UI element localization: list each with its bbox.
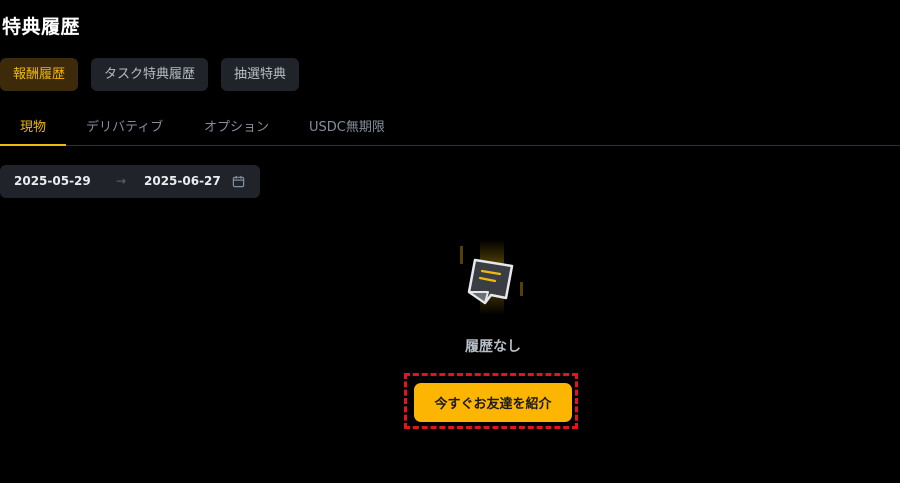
tab-spot[interactable]: 現物 [0,110,66,146]
page-title: 特典履歴 [2,16,81,38]
tab-options[interactable]: オプション [204,110,269,145]
category-rewards-history-button[interactable]: 報酬履歴 [0,58,79,91]
invite-friends-button[interactable]: 今すぐお友達を紹介 [414,383,572,422]
tab-usdc-perpetual[interactable]: USDC無期限 [309,110,385,145]
market-tab-bar: 現物 デリバティブ オプション USDC無期限 [0,110,900,146]
date-range-arrow: → [116,174,127,188]
empty-document-icon [460,240,523,315]
calendar-icon[interactable] [232,175,245,188]
tab-derivatives[interactable]: デリバティブ [86,110,163,145]
start-date-field[interactable]: 2025-05-29 [14,165,91,198]
category-task-rewards-button[interactable]: タスク特典履歴 [91,58,209,91]
empty-state-message: 履歴なし [465,339,521,355]
category-lottery-rewards-button[interactable]: 抽選特典 [221,58,300,91]
rewards-history-page: 特典履歴 報酬履歴 タスク特典履歴 抽選特典 現物 デリバティブ オプション U… [0,0,900,483]
end-date-field[interactable]: 2025-06-27 [144,165,221,198]
date-range-picker[interactable]: 2025-05-29 → 2025-06-27 [0,165,260,198]
category-button-group: 報酬履歴 タスク特典履歴 抽選特典 [0,58,300,91]
